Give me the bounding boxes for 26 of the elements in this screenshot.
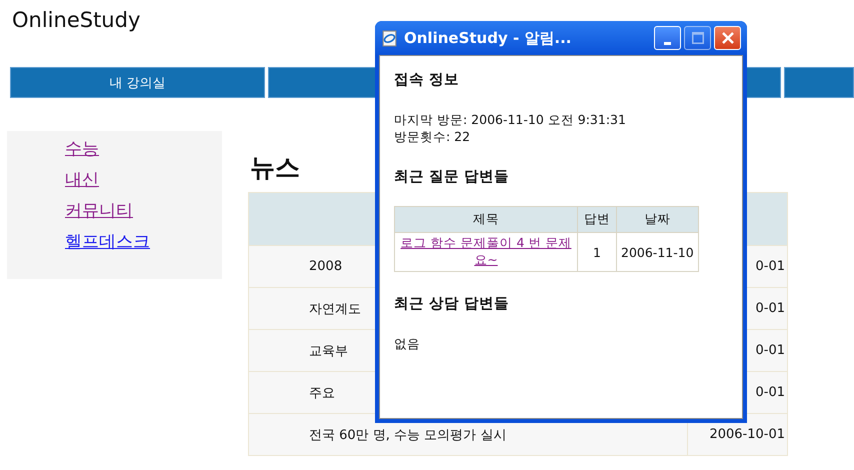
minimize-icon	[664, 42, 671, 44]
minimize-button[interactable]	[654, 26, 681, 50]
nav-bar	[784, 67, 854, 98]
sidebar-link[interactable]: 헬프데스크	[65, 230, 150, 254]
table-cell: 1	[578, 232, 616, 272]
info-text: 방문횟수: 22	[394, 128, 472, 145]
column-header: 제목	[394, 206, 578, 232]
window-title: OnlineStudy - 알림...	[404, 28, 572, 48]
close-button[interactable]	[714, 26, 741, 50]
page-heading: 뉴스	[250, 152, 300, 184]
sidebar-link[interactable]: 내신	[65, 168, 99, 192]
table-cell: 2006-11-10	[616, 232, 698, 272]
info-text: 마지막 방문: 2006-11-10 오전 9:31:31	[394, 111, 627, 128]
maximize-icon	[692, 32, 704, 44]
section-heading: 최근 상담 답변들	[394, 295, 510, 313]
section-heading: 최근 질문 답변들	[394, 168, 510, 186]
nav-tab[interactable]: 내 강의실	[10, 67, 265, 98]
close-icon	[722, 32, 734, 44]
info-text: 없음	[394, 335, 421, 352]
section-heading: 접속 정보	[394, 71, 460, 89]
page-icon	[381, 30, 398, 46]
sidebar-link[interactable]: 커뮤니티	[65, 199, 133, 223]
sidebar-link[interactable]: 수능	[65, 137, 99, 161]
site-title: OnlineStudy	[12, 8, 140, 34]
column-header: 답변	[578, 206, 616, 232]
column-header: 날짜	[616, 206, 698, 232]
